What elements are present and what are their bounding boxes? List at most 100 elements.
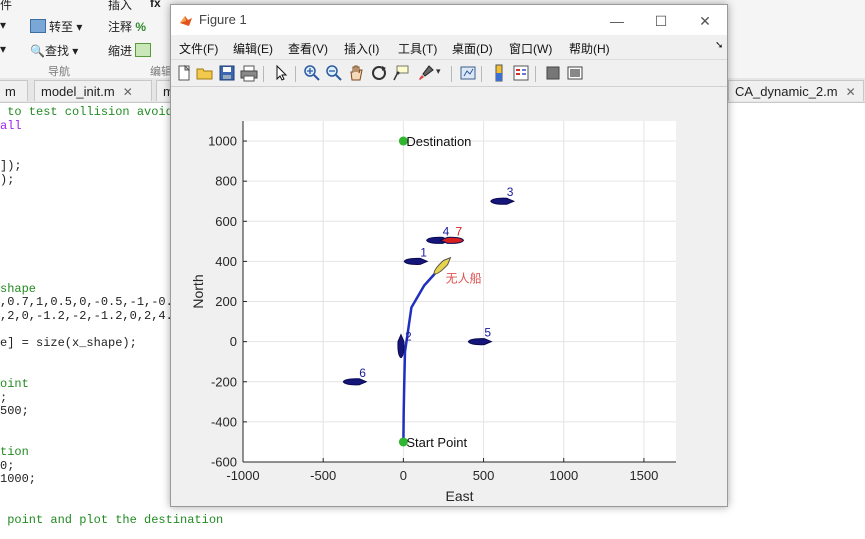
brush-icon[interactable]: [417, 64, 435, 82]
new-figure-icon[interactable]: [175, 64, 193, 82]
nav-section-label: 导航: [48, 66, 70, 78]
code-line: all: [0, 118, 22, 133]
toolbar-separator: [451, 66, 452, 82]
x-axis-label: East: [445, 488, 473, 504]
waypoint-label: Destination: [406, 134, 471, 149]
target-ship-label: 1: [420, 245, 427, 259]
goto-label: 转至: [49, 20, 74, 34]
menu-help[interactable]: 帮助(H): [569, 40, 610, 57]
editor-tab-0[interactable]: m: [0, 80, 28, 101]
toolbar-separator: [535, 66, 536, 82]
link-icon[interactable]: [459, 64, 477, 82]
code-line: 1000;: [0, 472, 37, 487]
indent-button[interactable]: 缩进: [108, 42, 154, 59]
show-plot-tools-icon[interactable]: [566, 64, 584, 82]
figure-toolbar: ▾: [171, 59, 727, 87]
data-cursor-icon[interactable]: [392, 64, 410, 82]
ribbon-arrow-icon: ▾: [0, 18, 7, 32]
x-tick-label: 1000: [549, 468, 578, 483]
x-tick-label: 500: [473, 468, 495, 483]
menu-tools[interactable]: 工具(T): [398, 40, 437, 57]
code-line: to test collision avoid: [0, 105, 173, 119]
figure-titlebar[interactable]: Figure 1 — ☐ ✕: [171, 5, 727, 35]
matlab-logo-icon: [180, 16, 192, 26]
y-tick-label: 1000: [208, 134, 237, 149]
y-tick-label: -600: [211, 455, 237, 470]
close-icon[interactable]: ✕: [846, 85, 856, 99]
x-tick-label: -1000: [226, 468, 259, 483]
target-ship-label: 3: [507, 185, 514, 199]
y-tick-label: 0: [230, 334, 237, 349]
target-ship-label: 6: [359, 366, 366, 380]
waypoint-label: Start Point: [406, 435, 467, 450]
x-tick-label: 1500: [629, 468, 658, 483]
code-line: e] = size(x_shape);: [0, 336, 137, 351]
axes-background[interactable]: [243, 121, 676, 462]
menu-edit[interactable]: 编辑(E): [233, 40, 273, 57]
menu-window[interactable]: 窗口(W): [509, 40, 552, 57]
pointer-icon[interactable]: [272, 64, 290, 82]
y-tick-label: 200: [215, 294, 237, 309]
y-tick-label: -400: [211, 414, 237, 429]
save-icon[interactable]: [218, 64, 236, 82]
tab-label: CA_dynamic_2.m: [735, 84, 838, 99]
y-tick-label: 400: [215, 254, 237, 269]
comment-button[interactable]: 注释 %: [108, 18, 146, 35]
close-button[interactable]: ✕: [683, 8, 727, 34]
code-line: ,2,0,-1.2,-2,-1.2,0,2,4.: [0, 309, 173, 323]
zoom-out-icon[interactable]: [325, 64, 343, 82]
comment-label: 注释: [108, 20, 133, 34]
y-axis-label: North: [190, 274, 206, 308]
editor-tab-model-init[interactable]: model_init.m ✕: [34, 80, 152, 101]
code-line: ;: [0, 390, 8, 405]
code-line: shape: [0, 281, 37, 296]
figure-canvas[interactable]: -1000 -500 0 500 1000 1500 -600 -400 -200 0 200 400…: [171, 87, 727, 506]
goto-button[interactable]: 转至 ▾: [30, 18, 82, 35]
legend-icon[interactable]: [512, 64, 530, 82]
code-line: point and plot the destination: [0, 513, 224, 527]
percent-icon: %: [135, 20, 147, 34]
figure-title: Figure 1: [199, 12, 247, 27]
target-ship-label: 5: [484, 326, 491, 340]
figure-window: Figure 1 — ☐ ✕ 文件(F) 编辑(E) 查看(V) 插入(I) 工…: [170, 4, 728, 507]
pan-icon[interactable]: [347, 64, 365, 82]
zoom-in-icon[interactable]: [303, 64, 321, 82]
target-ship-label: 4: [443, 224, 450, 238]
open-icon[interactable]: [196, 64, 214, 82]
rotate-icon[interactable]: [370, 64, 388, 82]
tab-label: model_init.m: [41, 84, 115, 99]
print-icon[interactable]: [240, 64, 258, 82]
colorbar-icon[interactable]: [490, 64, 508, 82]
hide-plot-tools-icon[interactable]: [544, 64, 562, 82]
code-line: 0;: [0, 458, 15, 473]
menu-desktop[interactable]: 桌面(D): [452, 40, 493, 57]
ribbon-insert-label[interactable]: 插入: [108, 0, 132, 13]
menu-file[interactable]: 文件(F): [179, 40, 218, 57]
edit-section-label: 编辑: [150, 66, 172, 78]
toolbar-separator: [263, 66, 264, 82]
menu-dock-arrow-icon[interactable]: ➘: [715, 40, 723, 51]
ribbon-arrow-icon-2: ▾: [0, 42, 7, 56]
ribbon-partial-label: 件: [0, 0, 13, 12]
indent-label: 缩进: [108, 44, 133, 58]
y-tick-label: -200: [211, 374, 237, 389]
minimize-button[interactable]: —: [595, 8, 639, 34]
code-line: );: [0, 173, 15, 187]
find-button[interactable]: 🔍查找 ▾: [30, 42, 78, 59]
plot-svg: -1000 -500 0 500 1000 1500 -600 -400 -200 0 200 400…: [190, 121, 676, 504]
maximize-button[interactable]: ☐: [639, 8, 683, 34]
menu-view[interactable]: 查看(V): [288, 40, 328, 57]
code-line: oint: [0, 377, 29, 391]
indent-icon: [135, 43, 152, 57]
editor-tab-ca-dynamic[interactable]: CA_dynamic_2.m ✕: [728, 80, 864, 101]
close-icon[interactable]: ✕: [123, 85, 133, 99]
x-tick-label: 0: [400, 468, 407, 483]
code-line: 500;: [0, 404, 29, 419]
code-line: tion: [0, 445, 29, 459]
target-ship-label: 2: [405, 330, 412, 344]
find-label: 查找: [44, 44, 69, 58]
target-ship-label: 7: [455, 224, 462, 238]
menu-insert[interactable]: 插入(I): [344, 40, 379, 57]
ribbon-fx-label[interactable]: fx: [150, 0, 161, 10]
y-tick-label: 600: [215, 214, 237, 229]
